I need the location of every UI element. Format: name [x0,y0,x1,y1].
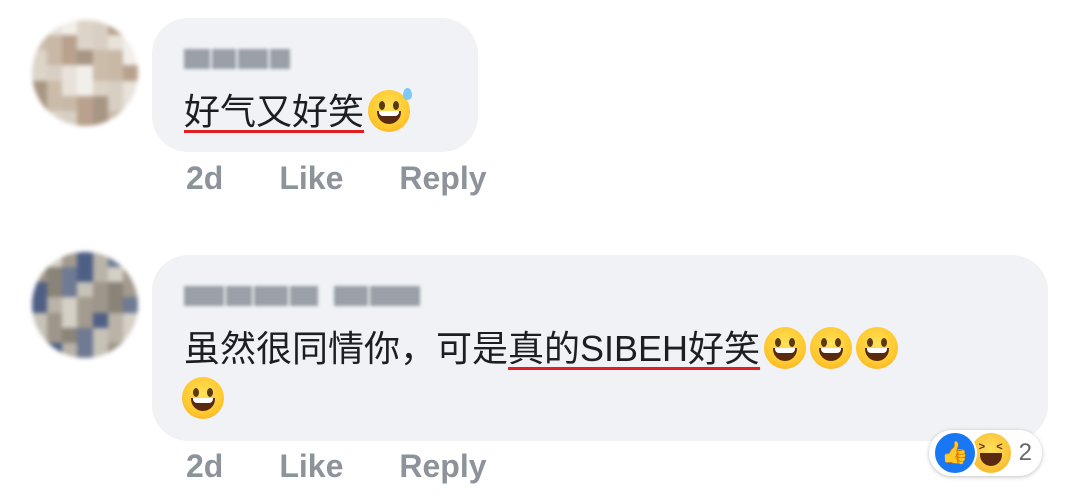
comment-actions: 2d Like Reply [186,160,487,197]
timestamp[interactable]: 2d [186,448,223,485]
grinning-sweat-emoji-icon [368,88,413,132]
comment-author[interactable] [184,48,290,70]
comment-author[interactable] [184,285,420,307]
like-button[interactable]: Like [279,448,343,485]
comment-text-line2 [182,377,224,421]
avatar[interactable] [32,20,138,126]
comment-text: 虽然很同情你，可是真的SIBEH好笑 [184,327,899,371]
grinning-emoji-icon [810,327,853,369]
grinning-emoji-icon [182,377,224,419]
underlined-text: 真的SIBEH好笑 [508,328,761,369]
reaction-summary[interactable]: 👍 > < 2 [928,430,1042,476]
grinning-emoji-icon [856,327,899,369]
avatar[interactable] [32,252,138,358]
comment-text: 好气又好笑 [184,88,413,134]
reply-button[interactable]: Reply [399,160,486,197]
like-icon: 👍 [932,431,977,475]
plain-text: 虽然很同情你，可是 [184,328,509,369]
grinning-emoji-icon [764,327,807,369]
comment-actions: 2d Like Reply [186,448,487,485]
comment-bubble: 虽然很同情你，可是真的SIBEH好笑 [152,255,1048,441]
underlined-text: 好气又好笑 [184,91,365,132]
timestamp[interactable]: 2d [186,160,223,197]
comment-bubble: 好气又好笑 [152,18,478,152]
reaction-count: 2 [1018,439,1032,466]
like-button[interactable]: Like [279,160,343,197]
reply-button[interactable]: Reply [399,448,486,485]
